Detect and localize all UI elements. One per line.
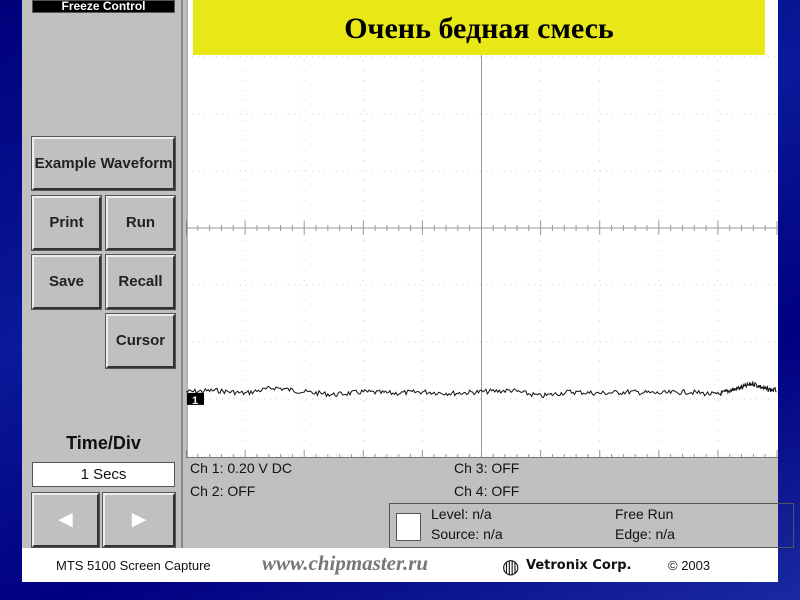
ch3-info: Ch 3: OFF [454, 460, 520, 476]
control-sidebar: Freeze Control Example Waveform Print Ru… [22, 0, 183, 548]
ch2-info: Ch 2: OFF [190, 483, 256, 499]
run-button[interactable]: Run [105, 195, 176, 251]
ch1-info: Ch 1: 0.20 V DC [190, 460, 292, 476]
trigger-indicator [396, 513, 421, 541]
footer: MTS 5100 Screen Capture www.chipmaster.r… [22, 548, 778, 582]
vetronix-logo-icon: ◍ [502, 556, 520, 578]
time-div-value: 1 Secs [32, 462, 175, 487]
cursor-button[interactable]: Cursor [105, 313, 176, 369]
example-waveform-button[interactable]: Example Waveform [31, 136, 176, 191]
trigger-mode: Free Run [615, 506, 674, 522]
time-decrease-button[interactable]: ◄ [31, 492, 100, 548]
recall-button[interactable]: Recall [105, 254, 176, 310]
right-arrow-icon: ► [127, 506, 151, 533]
website-url: www.chipmaster.ru [262, 551, 429, 575]
copyright: © 2003 [668, 558, 711, 573]
freeze-control-button[interactable]: Freeze Control [32, 0, 175, 13]
scope-window: Freeze Control Example Waveform Print Ru… [22, 0, 794, 582]
trigger-source: Source: n/a [431, 526, 503, 542]
brand-name: Vetronix Corp. [526, 558, 632, 573]
trigger-panel: Level: n/a Source: n/a Free Run Edge: n/… [389, 503, 794, 548]
trigger-edge: Edge: n/a [615, 526, 675, 542]
waveform-plot: 1 [185, 0, 778, 457]
ch4-info: Ch 4: OFF [454, 483, 520, 499]
scope-display: 1 [185, 0, 778, 457]
trigger-level: Level: n/a [431, 506, 492, 522]
capture-label: MTS 5100 Screen Capture [56, 558, 211, 573]
left-arrow-icon: ◄ [53, 506, 78, 533]
slide-title: Очень бедная смесь [193, 0, 765, 55]
ch1-marker-label: 1 [192, 395, 198, 407]
time-increase-button[interactable]: ► [102, 492, 176, 548]
print-button[interactable]: Print [31, 195, 102, 251]
channel-info-panel: Ch 1: 0.20 V DC Ch 2: OFF Ch 3: OFF Ch 4… [186, 457, 794, 548]
time-div-label: Time/Div [66, 433, 141, 453]
save-button[interactable]: Save [31, 254, 102, 310]
